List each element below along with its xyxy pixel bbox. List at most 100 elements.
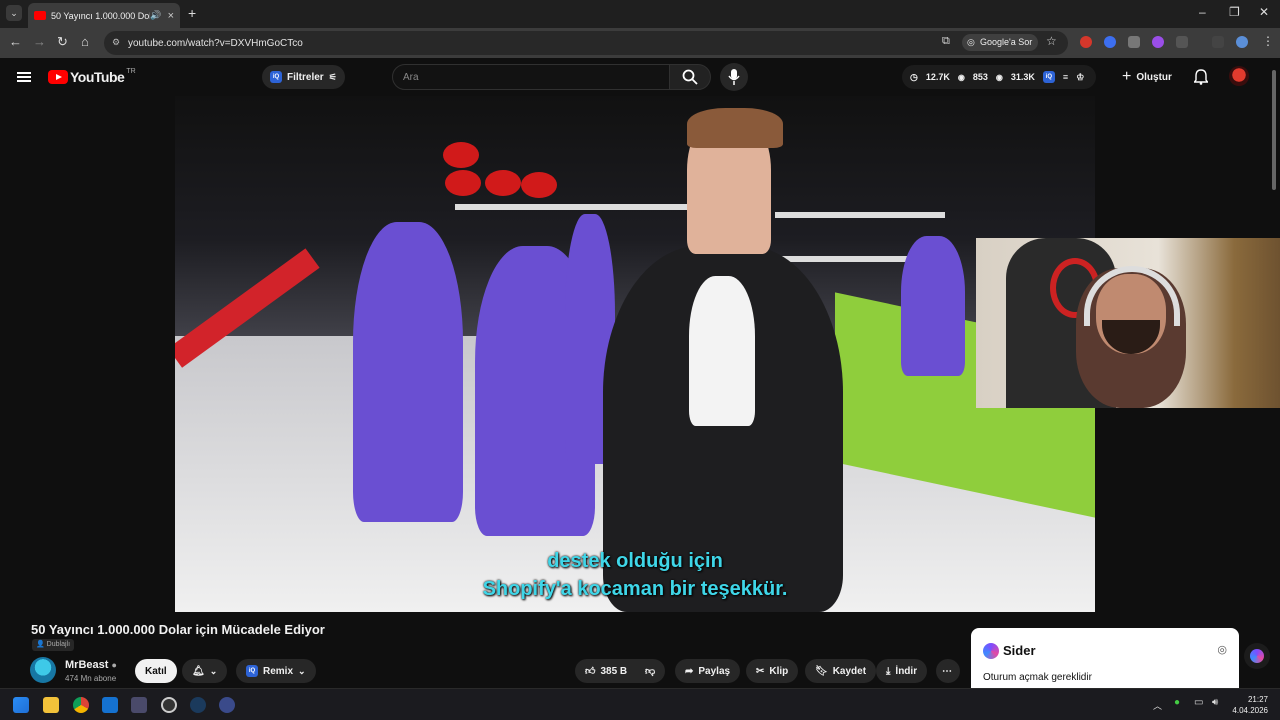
video-scene-glove xyxy=(443,142,479,168)
channel-name[interactable]: MrBeast ● xyxy=(65,659,117,671)
scrollbar-thumb[interactable] xyxy=(1272,70,1276,190)
channel-avatar[interactable] xyxy=(30,657,56,683)
notifications-bell-icon[interactable] xyxy=(1194,69,1208,85)
more-icon: ⋯ xyxy=(942,665,952,677)
new-tab-button[interactable]: + xyxy=(188,5,196,21)
download-button[interactable]: ⤓ İndir xyxy=(876,659,928,683)
hamburger-menu-icon[interactable] xyxy=(17,72,31,82)
close-tab-icon[interactable]: × xyxy=(168,10,174,22)
browser-menu-icon[interactable]: ⋮ xyxy=(1262,34,1274,48)
minimize-icon[interactable]: – xyxy=(1199,5,1206,19)
restore-icon[interactable]: ❐ xyxy=(1229,5,1240,19)
microphone-icon xyxy=(728,69,740,85)
chrome-icon[interactable] xyxy=(73,697,89,713)
windows-start-icon[interactable] xyxy=(13,697,29,713)
site-info-icon[interactable]: ⚙ xyxy=(112,37,120,48)
home-icon[interactable]: ⌂ xyxy=(81,34,89,49)
voice-search-button[interactable] xyxy=(720,63,748,91)
iq-remix-icon: iQ xyxy=(246,665,258,677)
dub-icon: 👤 xyxy=(36,641,45,648)
clip-button[interactable]: ✂ Klip xyxy=(746,659,799,683)
dislike-button[interactable]: 👎︎ xyxy=(639,659,665,683)
download-label: İndir xyxy=(895,665,918,677)
sider-panel[interactable]: Sider ◎ Oturum açmak gereklidir xyxy=(971,628,1239,692)
google-ask-button[interactable]: ◎ Google'a Sor xyxy=(962,34,1039,51)
video-scene-host-hair xyxy=(687,108,783,148)
like-button[interactable]: 👍︎ 385 B xyxy=(575,659,639,683)
chevron-down-icon-2: ⌄ xyxy=(298,665,306,676)
video-scene-glove-2 xyxy=(445,170,481,196)
video-scene-person-4 xyxy=(901,236,965,376)
address-bar[interactable]: ⚙ youtube.com/watch?v=DXVHmGoCTco xyxy=(104,31,1068,55)
close-window-icon[interactable]: ✕ xyxy=(1259,5,1269,19)
download-icon: ⤓ xyxy=(886,665,891,677)
sider-settings-icon[interactable]: ◎ xyxy=(1217,643,1227,656)
subscribe-notifications-button[interactable]: 🔔︎ ⌄ xyxy=(182,659,228,683)
video-title: 50 Yayıncı 1.000.000 Dolar için Mücadele… xyxy=(31,622,325,637)
steam-icon[interactable] xyxy=(190,697,206,713)
save-button[interactable]: 🔖︎ Kaydet xyxy=(805,659,877,683)
remix-button[interactable]: iQ Remix ⌄ xyxy=(236,659,316,683)
bookmark-star-icon[interactable]: ☆ xyxy=(1046,34,1057,48)
audio-icon[interactable]: 🔊 xyxy=(150,10,161,21)
trophy-icon[interactable]: ♔ xyxy=(1076,72,1084,83)
extension-pen-icon[interactable] xyxy=(1128,36,1140,48)
reading-list-icon[interactable] xyxy=(1212,36,1224,48)
taskbar-clock[interactable]: 21:27 4.04.2026 xyxy=(1232,694,1268,716)
tray-chevron-icon[interactable]: ︿ xyxy=(1153,699,1162,712)
forward-icon[interactable]: → xyxy=(33,34,46,49)
search-input[interactable]: Ara xyxy=(392,64,670,90)
more-actions-button[interactable]: ⋯ xyxy=(936,659,960,683)
store-icon[interactable] xyxy=(131,697,147,713)
extension-blue-icon[interactable] xyxy=(1104,36,1116,48)
outlook-icon[interactable] xyxy=(102,697,118,713)
join-button[interactable]: Katıl xyxy=(135,659,177,683)
tray-mic-icon[interactable]: ● xyxy=(1174,697,1180,708)
app-icon[interactable] xyxy=(161,697,177,713)
verified-icon: ● xyxy=(111,660,117,670)
create-button[interactable]: + Oluştur xyxy=(1112,65,1182,89)
video-scene-host-shirt xyxy=(689,276,755,426)
tab-search-button[interactable]: ⌄ xyxy=(6,5,22,21)
reload-icon[interactable]: ↻ xyxy=(57,34,68,50)
video-scene-glove-4 xyxy=(521,172,557,198)
obs-icon[interactable] xyxy=(219,697,235,713)
youtube-logo-text: YouTube xyxy=(70,69,125,85)
dubbed-label: Dublajlı xyxy=(46,641,71,648)
extensions-puzzle-icon[interactable] xyxy=(1176,36,1188,48)
sider-launcher-button[interactable] xyxy=(1244,643,1270,669)
eye-icon-2: ◉ xyxy=(995,72,1003,82)
tray-display-icon[interactable]: ▭ xyxy=(1194,697,1203,708)
stat-other: 31.3K xyxy=(1010,72,1035,82)
account-avatar[interactable] xyxy=(1229,66,1249,86)
profile-icon[interactable] xyxy=(1236,36,1248,48)
extension-red-icon[interactable] xyxy=(1080,36,1092,48)
tray-volume-icon[interactable]: 🔊︎ xyxy=(1212,697,1218,708)
join-label: Katıl xyxy=(145,665,167,677)
stats-widget[interactable]: ◷ 12.7K ◉ 853 ◉ 31.3K iQ ≡ ♔ xyxy=(902,65,1096,89)
search-icon xyxy=(682,69,698,85)
youtube-logo[interactable]: YouTube TR xyxy=(48,68,136,85)
page-scrollbar[interactable] xyxy=(1270,60,1278,688)
sider-name: Sider xyxy=(1003,643,1036,658)
file-explorer-icon[interactable] xyxy=(43,697,59,713)
video-scene-person xyxy=(353,222,463,522)
video-player[interactable]: destek olduğu için Shopify'a kocaman bir… xyxy=(175,96,1095,612)
share-button[interactable]: ➦ Paylaş xyxy=(675,659,741,683)
share-icon: ➦ xyxy=(685,665,694,677)
windows-taskbar: ︿ ● ▭ 🔊︎ 21:27 4.04.2026 xyxy=(0,688,1280,720)
search-button[interactable] xyxy=(669,64,711,90)
filters-button[interactable]: iQ Filtreler ⚟ xyxy=(262,65,345,89)
sliders-icon: ⚟ xyxy=(328,71,337,82)
url-text: youtube.com/watch?v=DXVHmGoCTco xyxy=(128,37,303,49)
back-icon[interactable]: ← xyxy=(9,34,22,49)
install-icon[interactable]: ⧉ xyxy=(942,35,950,48)
list-icon[interactable]: ≡ xyxy=(1063,72,1068,82)
remix-label: Remix xyxy=(263,665,294,677)
video-scene-glove-3 xyxy=(485,170,521,196)
like-count: 385 B xyxy=(600,665,628,677)
stat-watching: 853 xyxy=(972,72,988,82)
iq-icon-2[interactable]: iQ xyxy=(1042,71,1055,83)
extension-purple-icon[interactable] xyxy=(1152,36,1164,48)
browser-tab[interactable]: 50 Yayıncı 1.000.000 Dolar 🔊 × xyxy=(28,3,180,28)
